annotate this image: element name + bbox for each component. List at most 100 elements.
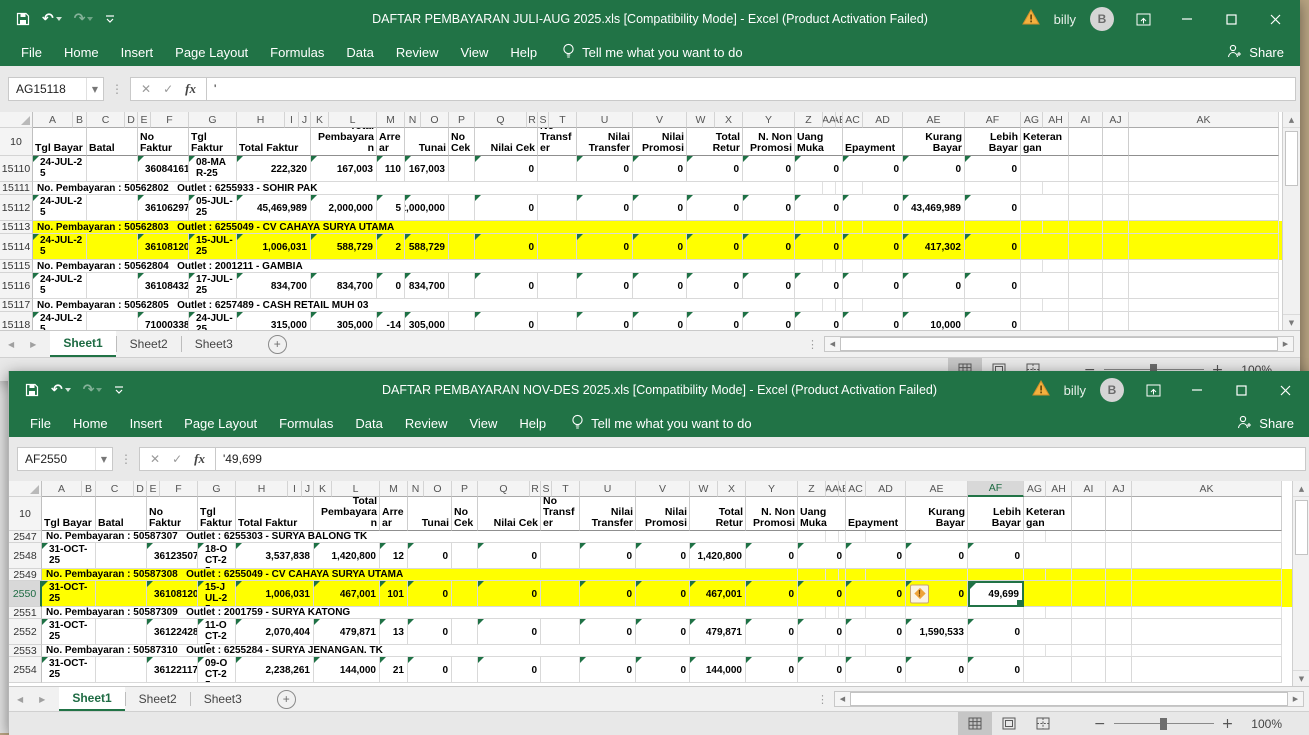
cell-col_aj-15114[interactable] <box>1103 234 1129 260</box>
row-header-15112[interactable]: 15112 <box>0 195 33 221</box>
save-icon[interactable] <box>25 383 39 397</box>
row-header-2553[interactable]: 2553 <box>9 645 42 657</box>
cell-kurang_bayar-2550[interactable]: 0! <box>906 581 968 607</box>
column-header-AK[interactable]: AK <box>1132 481 1282 497</box>
column-header-U[interactable]: U <box>580 481 636 497</box>
cell-no_faktur-2552[interactable]: 36122428 <box>147 619 198 645</box>
ribbon-tab-view[interactable]: View <box>458 409 508 437</box>
cell-tunai-15116[interactable]: 834,700 <box>405 273 449 299</box>
cell-AC-15111[interactable] <box>843 182 863 195</box>
cell-uang_muka-15116[interactable]: 0 <box>795 273 843 299</box>
column-header-O[interactable]: O <box>424 481 452 497</box>
cell-uang_muka-15112[interactable]: 0 <box>795 195 843 221</box>
cell-no_faktur-2550[interactable]: 36108120 <box>147 581 198 607</box>
vertical-scroll-thumb[interactable] <box>1285 131 1298 186</box>
cell-total_faktur-15112[interactable]: 45,469,989 <box>237 195 311 221</box>
cell-nilai_transfer-15118[interactable]: 0 <box>577 312 633 330</box>
cell-AH-2549[interactable] <box>1046 569 1072 581</box>
cell-tgl_faktur-2550[interactable]: 15-JUL-25 <box>198 581 236 607</box>
field-header-nilai_transfer[interactable]: Nilai Transfer <box>580 497 636 531</box>
enter-icon[interactable]: ✓ <box>172 452 182 466</box>
cell-AK-15113[interactable] <box>1129 221 1279 234</box>
cell-Y-2549[interactable] <box>746 569 798 581</box>
cell-AI-2553[interactable] <box>1072 645 1106 657</box>
customize-qat-icon[interactable] <box>114 385 124 395</box>
ribbon-tab-page-layout[interactable]: Page Layout <box>173 409 268 437</box>
cell-AA-15117[interactable] <box>823 299 836 312</box>
select-all-corner[interactable] <box>0 112 33 128</box>
cell-kurang_bayar-15116[interactable]: 0 <box>903 273 965 299</box>
cell-total_pembayaran-15110[interactable]: 167,003 <box>311 156 377 182</box>
cell-lebih_bayar-2552[interactable]: 0 <box>968 619 1024 645</box>
cell-col_aj-15110[interactable] <box>1103 156 1129 182</box>
column-header-V[interactable]: V <box>636 481 690 497</box>
zoom-out-button[interactable]: − <box>1086 716 1114 732</box>
column-header-U[interactable]: U <box>577 112 633 128</box>
cell-lebih_bayar-2554[interactable]: 0 <box>968 657 1024 683</box>
ribbon-tab-insert[interactable]: Insert <box>110 38 165 66</box>
cell-AI-15111[interactable] <box>1069 182 1103 195</box>
avatar[interactable]: B <box>1090 7 1114 31</box>
page-break-view-button[interactable] <box>1026 712 1060 735</box>
cell-Y-15111[interactable] <box>743 182 795 195</box>
cell-nilai_transfer-2550[interactable]: 0 <box>580 581 636 607</box>
column-header-AF[interactable]: AF <box>965 112 1021 128</box>
cell-n_non_promosi-15116[interactable]: 0 <box>743 273 795 299</box>
cell-nilai_promosi-2548[interactable]: 0 <box>636 543 690 569</box>
column-header-D[interactable]: D <box>134 481 147 497</box>
column-header-M[interactable]: M <box>380 481 408 497</box>
scroll-left-icon[interactable]: ◀ <box>825 340 840 348</box>
cell-col_ai-2548[interactable] <box>1072 543 1106 569</box>
cell-AE-15117[interactable] <box>903 299 965 312</box>
payment-group-row-2551[interactable]: No. Pembayaran : 50587309 Outlet : 20017… <box>42 607 746 619</box>
cell-AG-2549[interactable] <box>1024 569 1046 581</box>
cell-epayment-15112[interactable]: 0 <box>843 195 903 221</box>
field-header-kurang_bayar[interactable]: Kurang Bayar <box>903 128 965 156</box>
cell-tgl_bayar-2552[interactable]: 31-OCT-25 <box>42 619 96 645</box>
cell-no_faktur-15118[interactable]: 71000338 <box>138 312 189 330</box>
cell-tgl_bayar-15118[interactable]: 24-JUL-25 <box>33 312 87 330</box>
row-header-15110[interactable]: 15110 <box>0 156 33 182</box>
payment-group-row-2549[interactable]: No. Pembayaran : 50587308 Outlet : 62550… <box>42 569 746 581</box>
cell-epayment-2554[interactable]: 0 <box>846 657 906 683</box>
payment-group-row-2547[interactable]: No. Pembayaran : 50587307 Outlet : 62553… <box>42 531 746 543</box>
cell-AB-2551[interactable] <box>839 607 846 619</box>
cell-epayment-15110[interactable]: 0 <box>843 156 903 182</box>
cell-total_pembayaran-2550[interactable]: 467,001 <box>314 581 380 607</box>
cell-nilai_transfer-2552[interactable]: 0 <box>580 619 636 645</box>
column-header-J[interactable]: J <box>299 112 311 128</box>
cancel-icon[interactable]: ✕ <box>141 82 151 96</box>
cell-tgl_bayar-15112[interactable]: 24-JUL-25 <box>33 195 87 221</box>
horizontal-scroll-thumb[interactable] <box>840 337 1278 351</box>
cell-nilai_cek-2552[interactable]: 0 <box>478 619 541 645</box>
cell-AE-2547[interactable] <box>906 531 968 543</box>
cell-kurang_bayar-15118[interactable]: 10,000 <box>903 312 965 330</box>
cell-lebih_bayar-15114[interactable]: 0 <box>965 234 1021 260</box>
column-header-Q[interactable]: Q <box>478 481 530 497</box>
cell-tgl_faktur-2552[interactable]: 11-OCT-25 <box>198 619 236 645</box>
cell-AH-2551[interactable] <box>1046 607 1072 619</box>
cell-no_cek-2554[interactable] <box>452 657 478 683</box>
cell-no_transfer-15114[interactable] <box>538 234 577 260</box>
cell-AC-2553[interactable] <box>846 645 866 657</box>
row-header-15118[interactable]: 15118 <box>0 312 33 330</box>
scroll-right-icon[interactable]: ▶ <box>1278 340 1293 348</box>
cell-AF-15115[interactable] <box>965 260 1021 273</box>
sheet-tab-sheet1[interactable]: Sheet1 <box>59 687 124 711</box>
cell-no_faktur-15112[interactable]: 36106297 <box>138 195 189 221</box>
cell-total_retur-2550[interactable]: 467,001 <box>690 581 746 607</box>
redo-icon[interactable]: ↷ <box>83 383 103 397</box>
scroll-down-icon[interactable]: ▼ <box>1283 314 1300 330</box>
field-header-total_faktur[interactable]: Total Faktur <box>236 497 314 531</box>
column-header-B[interactable]: B <box>73 112 87 128</box>
cell-AJ-2551[interactable] <box>1106 607 1132 619</box>
cell-n_non_promosi-2548[interactable]: 0 <box>746 543 798 569</box>
cell-no_cek-2552[interactable] <box>452 619 478 645</box>
cell-AC-2549[interactable] <box>846 569 866 581</box>
column-header-X[interactable]: X <box>715 112 743 128</box>
column-header-Z[interactable]: Z <box>795 112 823 128</box>
cell-tunai-15110[interactable]: 167,003 <box>405 156 449 182</box>
cell-AC-2551[interactable] <box>846 607 866 619</box>
cell-nilai_promosi-15114[interactable]: 0 <box>633 234 687 260</box>
cell-col_aj-15118[interactable] <box>1103 312 1129 330</box>
